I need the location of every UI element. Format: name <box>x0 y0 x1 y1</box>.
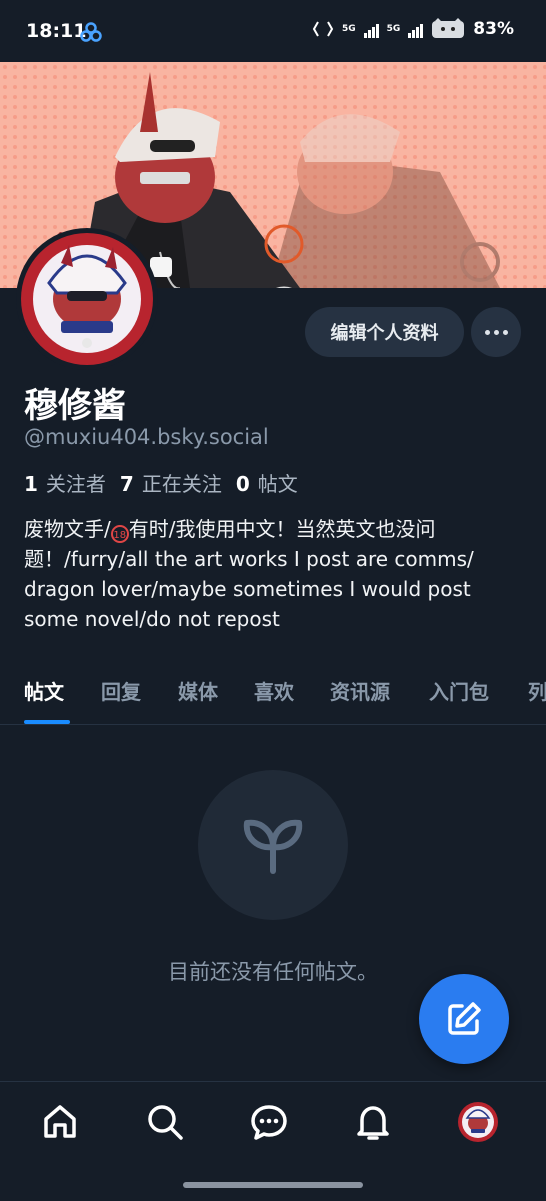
dot-icon <box>502 329 508 335</box>
compose-post-button[interactable] <box>419 974 509 1064</box>
dot-icon <box>493 329 499 335</box>
profile-bio: 废物文手/18 有时/我使用中文！当然英文也没问题！/furry/all the … <box>24 514 524 634</box>
avatar-image <box>21 233 153 365</box>
profile-avatar-small <box>458 1102 498 1142</box>
tab-starter-packs[interactable]: 入门包 <box>429 676 489 705</box>
sprout-icon <box>243 819 303 874</box>
nav-profile[interactable] <box>456 1100 500 1144</box>
age-restriction-icon: 18 <box>110 525 129 543</box>
nav-notifications[interactable] <box>351 1100 395 1144</box>
status-time: 18:11 <box>26 20 87 42</box>
data-transfer-icon <box>312 21 334 37</box>
chat-icon <box>251 1105 287 1140</box>
edit-profile-button[interactable]: 编辑个人资料 <box>305 307 464 357</box>
bell-icon <box>357 1106 389 1140</box>
tab-likes[interactable]: 喜欢 <box>254 676 294 705</box>
profile-handle: @muxiu404.bsky.social <box>24 425 269 449</box>
battery-mascot-icon <box>432 18 465 38</box>
tab-media[interactable]: 媒体 <box>178 676 218 705</box>
active-tab-indicator <box>24 720 70 724</box>
nav-chat[interactable] <box>247 1100 291 1144</box>
signal-icon-1 <box>363 20 379 38</box>
profile-avatar[interactable] <box>16 228 158 370</box>
home-indicator[interactable] <box>183 1182 363 1188</box>
tab-feeds[interactable]: 资讯源 <box>330 676 390 705</box>
profile-stats: 1 关注者 7 正在关注 0 帖文 <box>24 468 298 497</box>
dot-icon <box>484 329 490 335</box>
more-options-button[interactable] <box>471 307 521 357</box>
tab-posts[interactable]: 帖文 <box>24 676 64 705</box>
network-type-1: 5G <box>341 23 356 34</box>
bio-text-part1: 废物文手/ <box>24 517 111 541</box>
display-name: 穆修酱 <box>24 386 126 426</box>
tab-lists[interactable]: 列 <box>528 676 546 705</box>
battery-level: 83% <box>473 19 514 39</box>
status-icons: 5G 5G 83% <box>312 18 514 40</box>
tab-replies[interactable]: 回复 <box>101 676 141 705</box>
status-bar: 18:11 5G 5G 83% <box>0 0 546 62</box>
home-icon <box>44 1105 76 1138</box>
nav-search[interactable] <box>143 1100 187 1144</box>
followers-stat[interactable]: 1 关注者 <box>24 468 106 497</box>
posts-stat: 0 帖文 <box>235 472 298 496</box>
compose-icon <box>448 1002 481 1035</box>
empty-state-icon-container <box>198 770 348 920</box>
signal-icon-2 <box>408 20 424 38</box>
app-notification-icon <box>80 22 102 42</box>
search-icon <box>148 1105 183 1140</box>
profile-tabs: 帖文 回复 媒体 喜欢 资讯源 入门包 列 <box>0 664 546 725</box>
following-stat[interactable]: 7 正在关注 <box>120 468 222 497</box>
network-type-2: 5G <box>386 23 401 34</box>
nav-home[interactable] <box>38 1100 82 1144</box>
